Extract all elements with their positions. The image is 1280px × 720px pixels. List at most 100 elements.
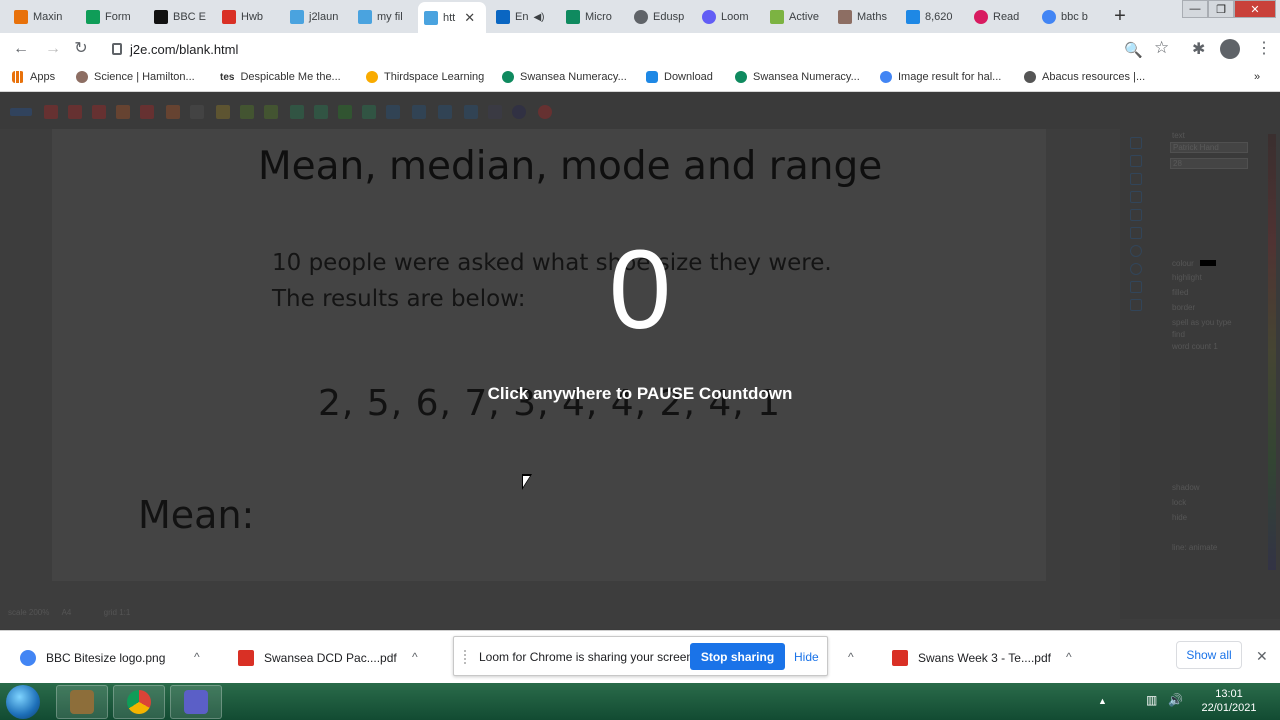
clipart-icon[interactable] <box>314 105 328 119</box>
start-button[interactable] <box>6 685 40 719</box>
tab-bbc-search[interactable]: bbc b <box>1036 4 1100 30</box>
paste-icon[interactable] <box>264 105 278 119</box>
show-all-downloads-button[interactable]: Show all <box>1176 641 1242 669</box>
line-tool-icon[interactable] <box>1130 191 1142 203</box>
tab-maths[interactable]: Maths <box>832 4 896 30</box>
countdown-number[interactable]: 0 <box>0 230 1280 350</box>
wordart-icon[interactable] <box>338 105 352 119</box>
bookmark-thirdspace[interactable]: Thirdspace Learning <box>366 71 484 83</box>
network-icon[interactable]: ▥ <box>1146 693 1157 707</box>
pause-countdown-message[interactable]: Click anywhere to PAUSE Countdown <box>0 384 1280 404</box>
image-icon[interactable] <box>290 105 304 119</box>
download-options-chevron-icon[interactable]: ^ <box>1066 650 1072 664</box>
info-icon[interactable] <box>538 105 552 119</box>
tab-active-learn[interactable]: Active <box>764 4 828 30</box>
pen-tool-icon[interactable] <box>1130 173 1142 185</box>
tab-read[interactable]: Read <box>968 4 1032 30</box>
tab-label: Micro <box>585 11 612 23</box>
tab-form[interactable]: Form <box>80 4 144 30</box>
tab-active-j2e[interactable]: htt ✕ <box>418 2 486 33</box>
new-tab-button[interactable]: + <box>1110 6 1130 26</box>
shapes-icon[interactable] <box>362 105 376 119</box>
maximize-button[interactable]: ❐ <box>1208 0 1234 18</box>
extensions-icon[interactable]: ✱ <box>1192 39 1205 59</box>
close-downloads-bar-icon[interactable]: ✕ <box>1256 648 1268 665</box>
tab-j2launch[interactable]: j2laun <box>284 4 348 30</box>
tab-bbc[interactable]: BBC E <box>148 4 212 30</box>
tab-maxin[interactable]: Maxin <box>8 4 72 30</box>
textbox-icon[interactable] <box>386 105 400 119</box>
tab-hwb[interactable]: Hwb <box>216 4 280 30</box>
media-icon[interactable] <box>412 105 426 119</box>
save-icon[interactable] <box>92 105 106 119</box>
font-size-input[interactable]: 28 <box>1170 158 1248 169</box>
cut-icon[interactable] <box>216 105 230 119</box>
volume-icon[interactable]: 🔊 <box>1168 693 1183 707</box>
taskbar-teams[interactable] <box>170 685 222 719</box>
print-icon[interactable] <box>140 105 154 119</box>
drag-handle-icon[interactable] <box>464 650 468 664</box>
text-tool-icon[interactable] <box>1130 155 1142 167</box>
tab-eduspot[interactable]: Edusp <box>628 4 692 30</box>
share-icon[interactable] <box>116 105 130 119</box>
rectangle-tool-icon[interactable] <box>1130 209 1142 221</box>
download-options-chevron-icon[interactable]: ^ <box>412 650 418 664</box>
option-lock[interactable]: lock <box>1172 498 1186 507</box>
font-select[interactable]: Patrick Hand <box>1170 142 1248 153</box>
tab-my-files[interactable]: my fil <box>352 4 416 30</box>
profile-avatar[interactable] <box>1220 39 1240 59</box>
forward-button[interactable]: → <box>44 40 62 58</box>
option-shadow[interactable]: shadow <box>1172 483 1200 492</box>
open-icon[interactable] <box>68 105 82 119</box>
undo-icon[interactable] <box>166 105 180 119</box>
comment-icon[interactable] <box>512 105 526 119</box>
copy-icon[interactable] <box>240 105 254 119</box>
bookmark-abacus[interactable]: Abacus resources |... <box>1024 71 1145 83</box>
taskbar-chrome[interactable] <box>113 685 165 719</box>
bookmark-science-hamilton[interactable]: Science | Hamilton... <box>76 71 195 83</box>
bookmarks-overflow-button[interactable]: » <box>1254 71 1260 83</box>
paper-select[interactable]: A4 <box>62 608 72 617</box>
download-options-chevron-icon[interactable]: ^ <box>848 650 854 664</box>
tray-overflow-icon[interactable]: ▲ <box>1098 696 1107 706</box>
option-hide[interactable]: hide <box>1172 513 1187 522</box>
bookmark-apps[interactable]: Apps <box>12 71 55 83</box>
colour-palette-strip[interactable] <box>1268 134 1276 570</box>
tab-microsoft[interactable]: Micro <box>560 4 624 30</box>
back-button[interactable]: ← <box>12 40 30 58</box>
scale-select[interactable]: scale 200% <box>8 608 49 617</box>
close-window-button[interactable]: ✕ <box>1234 0 1276 18</box>
taskbar-clock[interactable]: 13:01 22/01/2021 <box>1196 687 1262 715</box>
hide-banner-button[interactable]: Hide <box>794 650 819 664</box>
bookmark-download[interactable]: Download <box>646 71 713 83</box>
table-icon[interactable] <box>438 105 452 119</box>
zoom-icon[interactable]: 🔍 <box>1124 41 1143 59</box>
bookmark-swansea-numeracy-2[interactable]: Swansea Numeracy... <box>735 71 860 83</box>
download-item-swansea-dcd[interactable]: Swansea DCD Pac....pdf <box>238 650 397 666</box>
minimize-button[interactable]: — <box>1182 0 1208 18</box>
bookmark-star-icon[interactable]: ☆ <box>1154 38 1169 58</box>
redo-icon[interactable] <box>190 105 204 119</box>
tab-loom[interactable]: Loom <box>696 4 760 30</box>
bookmark-despicable-me[interactable]: tes Despicable Me the... <box>220 71 341 83</box>
tab-8620[interactable]: 8,620 <box>900 4 964 30</box>
new-icon[interactable] <box>44 105 58 119</box>
grid-toggle[interactable]: grid 1:1 <box>104 608 131 617</box>
taskbar-minecraft[interactable] <box>56 685 108 719</box>
stop-sharing-button[interactable]: Stop sharing <box>690 643 785 670</box>
tab-outlook[interactable]: En ◀) <box>490 4 556 30</box>
tab-favicon <box>290 10 304 24</box>
address-bar[interactable]: j2e.com/blank.html <box>104 37 1184 61</box>
download-options-chevron-icon[interactable]: ^ <box>194 650 200 664</box>
download-item-bbc-logo[interactable]: BBC Bitesize logo.png <box>20 650 165 666</box>
select-tool-icon[interactable] <box>1130 137 1142 149</box>
view-icon[interactable] <box>10 108 32 116</box>
layers-icon[interactable] <box>488 105 502 119</box>
link-icon[interactable] <box>464 105 478 119</box>
download-item-swans-week-3[interactable]: Swans Week 3 - Te....pdf <box>892 650 1051 666</box>
chrome-menu-icon[interactable]: ⋮ <box>1256 38 1272 58</box>
bookmark-image-result[interactable]: Image result for hal... <box>880 71 1001 83</box>
tab-close-icon[interactable]: ✕ <box>464 10 475 26</box>
bookmark-swansea-numeracy-1[interactable]: Swansea Numeracy... <box>502 71 627 83</box>
reload-button[interactable]: ↻ <box>72 40 90 58</box>
